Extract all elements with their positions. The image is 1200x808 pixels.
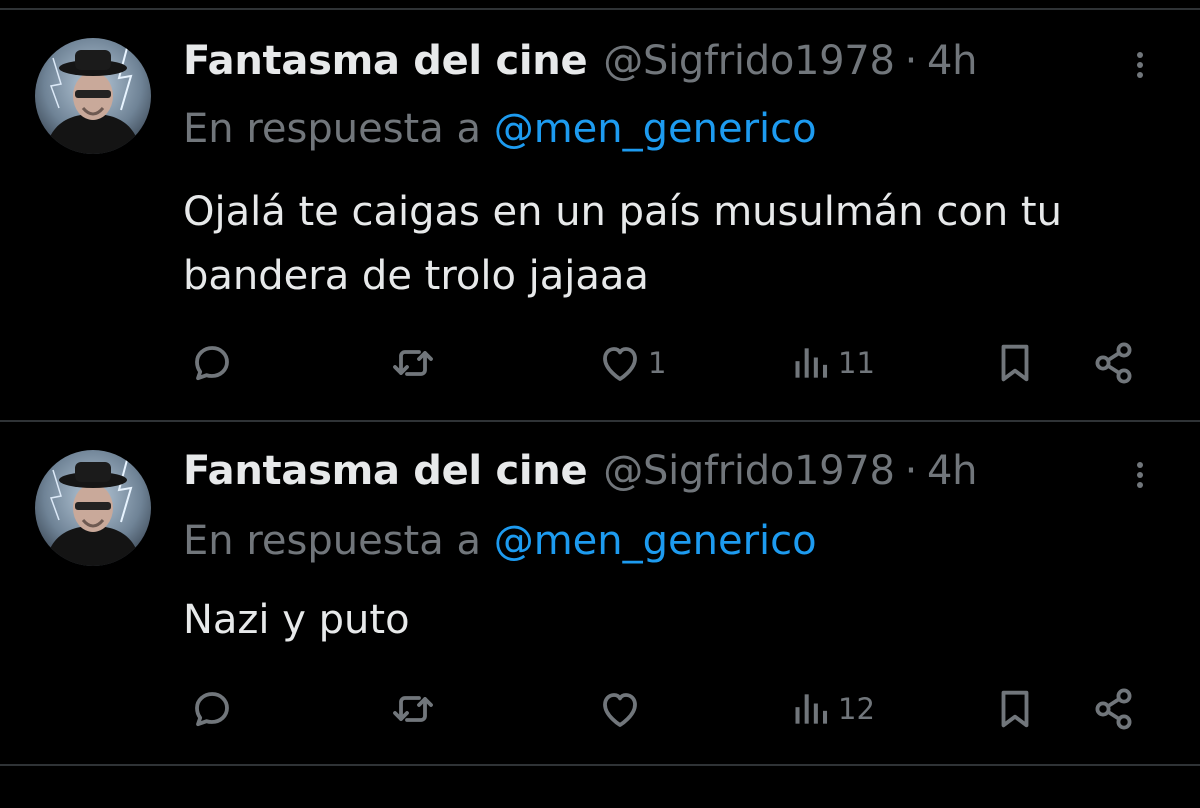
share-icon [1095,688,1132,730]
reply-button[interactable] [188,338,236,388]
reply-context: En respuesta a @men_generico [183,516,817,566]
view-count: 11 [838,346,875,380]
tweet-header: Fantasma del cine @Sigfrido1978 · 4h [183,446,978,496]
retweet-button[interactable] [388,338,438,388]
like-button[interactable] [596,684,648,734]
display-name[interactable]: Fantasma del cine [183,36,588,86]
views-button[interactable]: 11 [790,338,875,388]
user-handle[interactable]: @Sigfrido1978 [603,36,895,86]
bookmark-button[interactable] [992,338,1038,388]
tweet-actions: 12 [0,684,1200,734]
reply-context: En respuesta a @men_generico [183,104,817,154]
reply-prefix: En respuesta a [183,518,481,564]
separator-dot: · [904,448,918,494]
tweet-text: Ojalá te caigas en un país musulmán con … [183,189,1062,299]
avatar[interactable] [35,450,151,566]
more-icon[interactable] [1128,458,1152,498]
share-button[interactable] [1090,684,1138,734]
heart-icon [603,693,637,727]
tweet-divider [0,764,1200,766]
reply-icon [195,692,229,727]
share-icon [1095,342,1132,384]
like-count: 1 [648,346,667,380]
timestamp[interactable]: 4h [927,36,978,86]
reply-prefix: En respuesta a [183,106,481,152]
timestamp[interactable]: 4h [927,446,978,496]
reply-mention-link[interactable]: @men_generico [494,106,817,152]
reply-icon [195,346,229,381]
retweet-icon [393,696,433,722]
bookmark-icon [1001,344,1029,382]
views-button[interactable]: 12 [790,684,875,734]
reply-mention-link[interactable]: @men_generico [494,518,817,564]
heart-icon [603,347,637,381]
bookmark-button[interactable] [992,684,1038,734]
share-button[interactable] [1090,338,1138,388]
user-handle[interactable]: @Sigfrido1978 [603,446,895,496]
tweet-header: Fantasma del cine @Sigfrido1978 · 4h [183,36,978,86]
tweet[interactable]: Fantasma del cine @Sigfrido1978 · 4h En … [0,422,1200,762]
retweet-icon [393,350,433,376]
retweet-button[interactable] [388,684,438,734]
bar-chart-icon [795,348,828,378]
view-count: 12 [838,692,875,726]
display-name[interactable]: Fantasma del cine [183,446,588,496]
tweet-actions: 1 11 [0,338,1200,388]
tweet-text: Nazi y puto [183,597,410,643]
more-icon[interactable] [1128,48,1152,88]
reply-button[interactable] [188,684,236,734]
like-button[interactable]: 1 [596,338,666,388]
bookmark-icon [1001,690,1029,728]
avatar[interactable] [35,38,151,154]
tweet[interactable]: Fantasma del cine @Sigfrido1978 · 4h En … [0,0,1200,420]
separator-dot: · [904,38,918,84]
bar-chart-icon [795,694,828,724]
